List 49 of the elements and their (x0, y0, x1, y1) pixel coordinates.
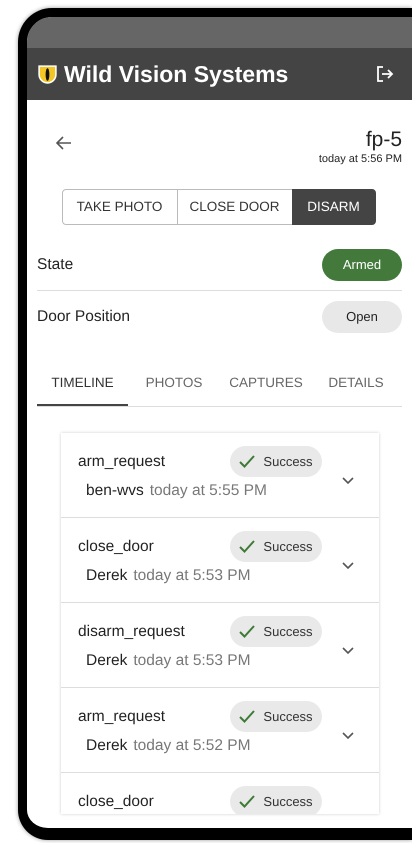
action-button[interactable]: TAKE PHOTO (62, 189, 178, 225)
device-name: fp-5 (364, 128, 402, 152)
chevron-down-icon[interactable] (342, 732, 354, 740)
check-icon (239, 625, 256, 638)
event-name: close_door (78, 536, 155, 557)
status-pill: Open (322, 301, 402, 333)
updated-time: today at 5:56 PM (318, 152, 402, 166)
status-text: Success (263, 452, 313, 471)
logo-icon (37, 64, 58, 84)
timeline-item[interactable]: close_door Success (61, 773, 379, 814)
event-name: disarm_request (78, 622, 186, 642)
chevron-down-icon[interactable] (342, 562, 354, 570)
event-name: close_door (78, 792, 155, 812)
event-time: today at 5:55 PM (150, 481, 267, 501)
event-time: today at 5:53 PM (133, 566, 251, 586)
status-pill: Armed (322, 249, 402, 281)
user-name: Derek (86, 651, 128, 671)
check-icon (239, 455, 256, 468)
chevron-down-icon[interactable] (342, 647, 354, 655)
action-button[interactable]: DISARM (292, 189, 376, 225)
user-name: Derek (86, 566, 128, 586)
status-text: Success (263, 792, 313, 811)
check-icon (239, 795, 256, 808)
user-name: Derek (86, 736, 128, 756)
user-name: ben-wvs (86, 481, 144, 501)
tab[interactable]: CAPTURES (220, 363, 312, 406)
status-text: Success (263, 538, 313, 556)
back-arrow-icon[interactable] (56, 136, 72, 150)
status-text: Success (263, 708, 313, 726)
tab[interactable]: PHOTOS (128, 363, 220, 406)
event-name: arm_request (78, 706, 166, 727)
tab[interactable]: TIMELINE (37, 363, 128, 406)
tab[interactable]: DETAILS (312, 363, 400, 406)
event-time: today at 5:52 PM (133, 736, 251, 756)
event-name: arm_request (78, 452, 166, 472)
action-button[interactable]: CLOSE DOOR (176, 189, 292, 225)
status-text: Success (263, 622, 313, 641)
logout-icon[interactable] (376, 65, 394, 83)
timeline-item[interactable]: arm_request Success Derek today at 5:52 PM (61, 688, 379, 773)
timeline-item[interactable]: disarm_request Success Derek today at 5:53 PM (61, 603, 379, 688)
property-label: Door Position (37, 307, 130, 328)
timeline-item[interactable]: close_door Success Derek today at 5:53 PM (61, 518, 379, 603)
property-label: State (37, 255, 74, 276)
timeline-item[interactable]: arm_request Success ben-wvs today at 5:55 PM (61, 433, 379, 518)
event-time: today at 5:53 PM (133, 651, 251, 671)
chevron-down-icon[interactable] (342, 477, 354, 485)
app-title: Wild Vision Systems (64, 60, 290, 89)
check-icon (239, 540, 256, 553)
check-icon (239, 710, 256, 723)
